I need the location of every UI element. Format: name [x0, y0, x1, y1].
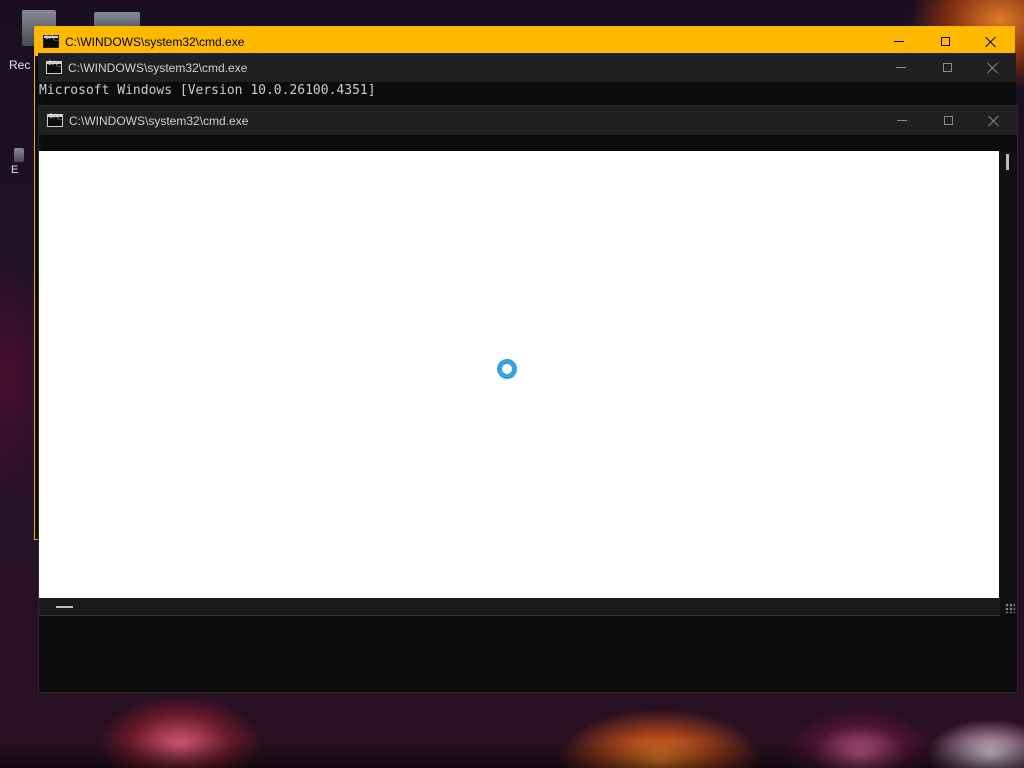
- console-area: [39, 616, 1000, 692]
- title-bar[interactable]: C:\WINDOWS\system32\cmd.exe: [35, 27, 1014, 56]
- content-pane: [39, 151, 1000, 598]
- cmd-icon: [43, 34, 59, 48]
- maximize-icon: [942, 63, 952, 72]
- window-title: C:\WINDOWS\system32\cmd.exe: [68, 60, 248, 75]
- console-output-line: Microsoft Windows [Version 10.0.26100.43…: [39, 83, 376, 98]
- desktop-icon[interactable]: [14, 148, 24, 162]
- minimize-icon: [897, 120, 907, 121]
- vertical-scrollbar[interactable]: [999, 151, 1017, 614]
- minimize-icon: [896, 67, 906, 68]
- horizontal-scrollbar[interactable]: [39, 598, 1000, 616]
- loading-spinner-icon: [497, 359, 517, 379]
- maximize-button[interactable]: [924, 53, 970, 82]
- scrollbar-thumb[interactable]: [1006, 154, 1009, 170]
- cmd-window-3[interactable]: C:\WINDOWS\system32\cmd.exe: [38, 105, 1018, 693]
- maximize-button[interactable]: [925, 106, 971, 135]
- title-bar[interactable]: C:\WINDOWS\system32\cmd.exe: [38, 53, 1016, 82]
- close-icon: [985, 36, 997, 48]
- cmd-icon: [46, 60, 62, 74]
- close-button[interactable]: [971, 106, 1017, 135]
- cmd-icon: [47, 113, 63, 127]
- desktop-bottom-shade: [0, 740, 1024, 768]
- title-bar[interactable]: C:\WINDOWS\system32\cmd.exe: [39, 106, 1017, 135]
- window-title: C:\WINDOWS\system32\cmd.exe: [69, 113, 249, 128]
- close-button[interactable]: [970, 53, 1016, 82]
- minimize-button[interactable]: [878, 53, 924, 82]
- close-icon: [988, 115, 1000, 127]
- minimize-button[interactable]: [879, 106, 925, 135]
- desktop-icon-label: Rec: [9, 58, 31, 72]
- maximize-button[interactable]: [922, 27, 968, 56]
- maximize-icon: [940, 37, 950, 46]
- close-button[interactable]: [968, 27, 1014, 56]
- close-icon: [987, 62, 999, 74]
- scrollbar-thumb[interactable]: [56, 606, 73, 608]
- minimize-button[interactable]: [876, 27, 922, 56]
- desktop-icon-label: E: [11, 164, 19, 176]
- maximize-icon: [943, 116, 953, 125]
- resize-grip-icon[interactable]: [1005, 603, 1015, 613]
- minimize-icon: [894, 41, 904, 42]
- cmd-window-2[interactable]: C:\WINDOWS\system32\cmd.exe Microsoft Wi…: [38, 53, 1016, 105]
- window-title: C:\WINDOWS\system32\cmd.exe: [65, 34, 245, 49]
